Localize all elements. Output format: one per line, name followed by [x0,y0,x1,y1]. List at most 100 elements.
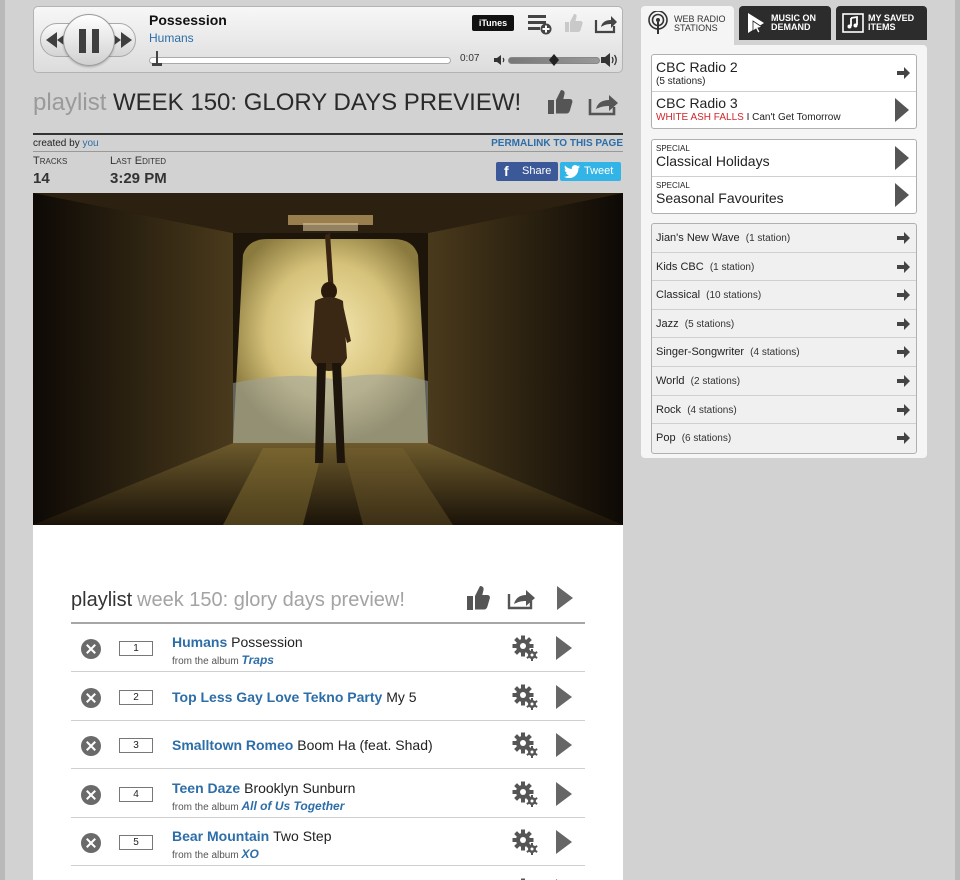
facebook-share-button[interactable]: f Share [496,162,558,181]
track-row[interactable]: 5 Bear Mountain Two Step from the album … [71,818,585,866]
now-playing-title: Possession [149,12,227,28]
genre-label: Pop (6 stations) [656,432,731,444]
pause-button[interactable] [63,14,115,66]
gear-icon[interactable] [511,877,539,880]
genre-station-row[interactable]: Classical (10 stations) [652,281,916,310]
tweet-button[interactable]: Tweet [560,162,621,181]
now-playing-artist[interactable]: Humans [149,31,194,45]
genre-station-row[interactable]: Pop (6 stations) [652,424,916,453]
track-position-input[interactable]: 2 [119,689,153,705]
special-stations-box: SPECIAL Classical Holidays SPECIAL Seaso… [651,139,917,214]
add-to-playlist-icon[interactable] [528,13,552,35]
album-line: from the album All of Us Together [172,799,344,813]
album-link[interactable]: Traps [241,653,273,667]
gear-icon[interactable] [511,828,539,856]
share-icon[interactable] [594,12,618,34]
play-icon [895,146,909,170]
playlist-tracks-panel: playlist week 150: glory days preview! 1… [33,525,623,880]
album-link[interactable]: All of Us Together [241,799,344,813]
gear-icon[interactable] [511,634,539,662]
genre-station-row[interactable]: Kids CBC (1 station) [652,253,916,282]
track-position-input[interactable]: 3 [119,738,153,753]
tracks-label: Tracks [33,155,68,167]
thumbs-up-icon[interactable] [465,584,491,612]
station-cbc-radio-3[interactable]: CBC Radio 3 WHITE ASH FALLS I Can't Get … [652,92,916,129]
play-icon[interactable] [555,635,573,661]
play-icon[interactable] [555,781,573,807]
genre-label: Rock (4 stations) [656,404,737,416]
volume-high-icon[interactable] [601,52,619,68]
remove-icon[interactable] [81,833,101,853]
track-artist-link[interactable]: Top Less Gay Love Tekno Party My 5 [172,689,417,705]
track-row[interactable]: 4 Teen Daze Brooklyn Sunburn from the al… [71,770,585,818]
album-link[interactable]: XO [241,847,258,861]
gear-icon[interactable] [511,683,539,711]
play-icon[interactable] [555,732,573,758]
station-cbc-radio-2[interactable]: CBC Radio 2 (5 stations) [652,55,916,92]
genre-station-row[interactable]: Jian's New Wave (1 station) [652,224,916,253]
cbc-radio-box: CBC Radio 2 (5 stations) CBC Radio 3 WHI… [651,54,917,129]
genre-station-row[interactable]: Rock (4 stations) [652,396,916,425]
gear-icon[interactable] [511,731,539,759]
track-artist-link[interactable]: Bear Mountain Two Step [172,828,332,844]
thumbs-up-icon[interactable] [562,12,584,34]
track-artist[interactable]: Smalltown Romeo [172,737,293,753]
permalink-link[interactable]: PERMALINK TO THIS PAGE [491,138,623,149]
progress-handle[interactable] [152,51,163,69]
track-song: Boom Ha (feat. Shad) [297,737,433,753]
tab-web-radio-stations[interactable]: Web Radio Stations [641,6,734,46]
remove-icon[interactable] [81,687,101,708]
track-row[interactable]: 3 Smalltown Romeo Boom Ha (feat. Shad) [71,721,585,769]
genre-label: Jian's New Wave (1 station) [656,232,790,244]
header-rule [33,133,623,135]
track-artist[interactable]: Teen Daze [172,780,240,796]
playlist-word: playlist [33,89,107,116]
track-row[interactable]: 6 Hey Ocean! Make A New Dance Up [71,867,585,880]
track-artist-link[interactable]: Teen Daze Brooklyn Sunburn [172,780,355,796]
thumbs-up-icon[interactable] [546,88,574,116]
volume-low-icon[interactable] [494,54,506,66]
tab-my-saved-items[interactable]: My Saved Items [836,6,927,40]
play-icon[interactable] [555,684,573,710]
remove-icon[interactable] [81,736,101,756]
meta-rule [33,151,623,152]
tab-music-on-demand[interactable]: Music On Demand [739,6,831,40]
track-artist[interactable]: Bear Mountain [172,828,269,844]
arrow-right-icon [897,260,910,273]
track-artist-link[interactable]: Smalltown Romeo Boom Ha (feat. Shad) [172,737,433,753]
track-artist-link[interactable]: Humans Possession [172,634,303,650]
remove-icon[interactable] [81,784,101,805]
track-artist[interactable]: Top Less Gay Love Tekno Party [172,689,382,705]
genre-label: Singer-Songwriter (4 stations) [656,346,800,358]
track-row[interactable]: 2 Top Less Gay Love Tekno Party My 5 [71,673,585,721]
genre-station-row[interactable]: Singer-Songwriter (4 stations) [652,338,916,367]
track-position-input[interactable]: 1 [119,641,153,656]
station-classical-holidays[interactable]: SPECIAL Classical Holidays [652,140,916,177]
last-edited-label: Last Edited [110,155,167,167]
tab-label-web-radio: Web Radio Stations [674,14,726,33]
track-row[interactable]: 1 Humans Possession from the album Traps [71,624,585,672]
track-position-input[interactable]: 4 [119,786,153,802]
play-all-icon[interactable] [555,584,575,612]
genre-station-row[interactable]: World (2 stations) [652,367,916,396]
gear-icon[interactable] [511,780,539,808]
genre-station-row[interactable]: Jazz (5 stations) [652,310,916,339]
play-icon[interactable] [555,829,573,855]
elapsed-time: 0:07 [460,53,480,64]
share-icon[interactable] [588,90,620,116]
volume-handle[interactable] [549,54,559,66]
genre-count: (6 stations) [681,433,732,445]
share-label: Share [522,165,552,177]
itunes-button[interactable]: iTunes [472,15,514,31]
created-by-user-link[interactable]: you [82,138,98,149]
genre-label: World (2 stations) [656,375,740,387]
track-song: Possession [231,634,303,650]
playlist-title-lower: week 150: glory days preview! [137,589,405,611]
progress-bar[interactable] [149,57,451,64]
special-label: SPECIAL [656,144,690,153]
station-seasonal-favourites[interactable]: SPECIAL Seasonal Favourites [652,177,916,214]
track-position-input[interactable]: 5 [119,835,153,850]
remove-icon[interactable] [81,639,101,659]
share-icon[interactable] [507,586,537,610]
track-artist[interactable]: Humans [172,634,227,650]
